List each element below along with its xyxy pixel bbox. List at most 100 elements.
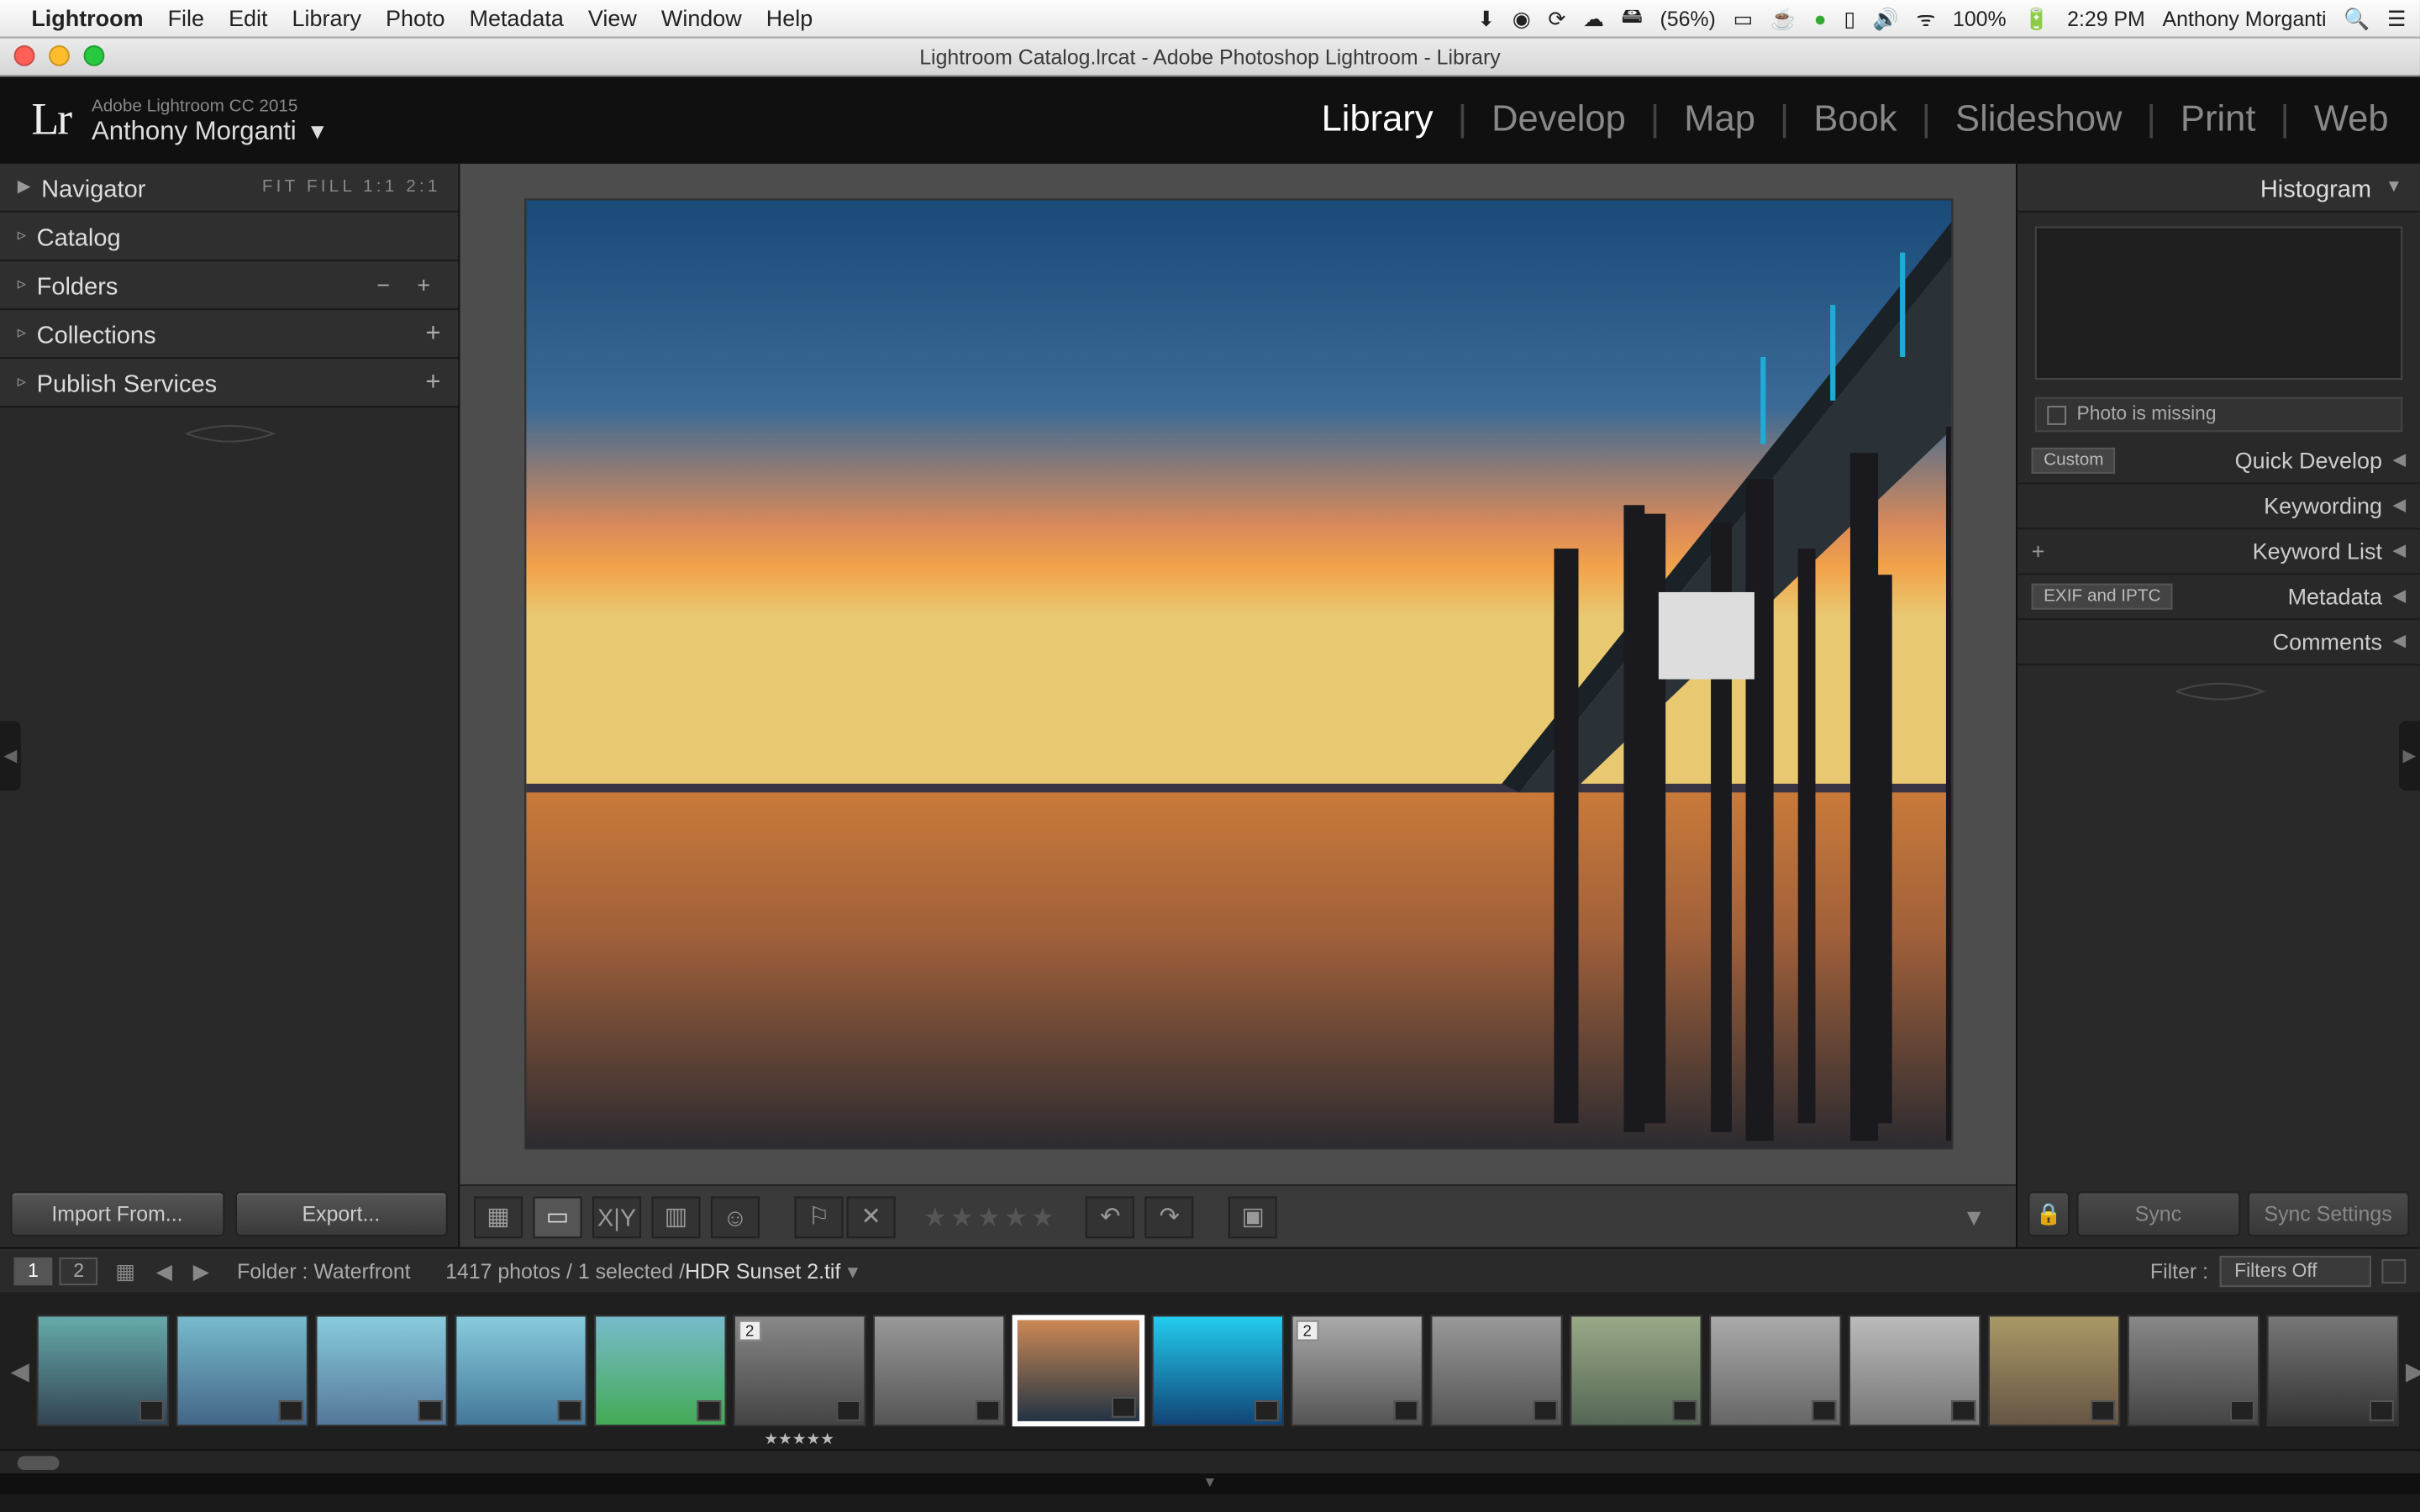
module-map[interactable]: Map: [1684, 99, 1755, 141]
second-window-2-button[interactable]: 2: [60, 1257, 98, 1284]
app-icon[interactable]: ☕: [1770, 6, 1797, 30]
right-panel-collapse-handle[interactable]: ▶: [2399, 721, 2420, 790]
filmstrip-thumbnail[interactable]: [1987, 1315, 2120, 1426]
disclosure-triangle-icon[interactable]: ◀: [2392, 587, 2406, 606]
disclosure-triangle-icon[interactable]: ◀: [2392, 633, 2406, 652]
menu-help[interactable]: Help: [766, 5, 813, 31]
module-book[interactable]: Book: [1813, 99, 1897, 141]
filmstrip-thumbnail[interactable]: 2: [1291, 1315, 1423, 1426]
sync-icon[interactable]: ⟳: [1548, 6, 1565, 30]
filmstrip-thumbnail[interactable]: [872, 1315, 1005, 1426]
toolbar-options-dropdown[interactable]: ▾: [1967, 1200, 2002, 1234]
filmstrip-thumbnail[interactable]: [2266, 1315, 2399, 1426]
histogram-panel-header[interactable]: Histogram ▼: [2018, 164, 2420, 213]
keyword-add-button[interactable]: +: [2032, 538, 2045, 564]
keyword-list-panel-header[interactable]: + Keyword List ◀: [2018, 529, 2420, 575]
navigator-zoom-options[interactable]: FIT FILL 1:1 2:1: [262, 177, 441, 197]
app-menu[interactable]: Lightroom: [31, 5, 143, 31]
disclosure-triangle-icon[interactable]: ▼: [2386, 177, 2403, 197]
cloud-icon[interactable]: ☁: [1583, 6, 1604, 30]
module-develop[interactable]: Develop: [1491, 99, 1626, 141]
collections-panel-header[interactable]: ▹ Collections +: [0, 310, 458, 359]
status-dot-icon[interactable]: ●: [1814, 6, 1827, 30]
disclosure-triangle-icon[interactable]: ◀: [2392, 496, 2406, 516]
disclosure-triangle-icon[interactable]: ▹: [18, 373, 26, 392]
menu-edit[interactable]: Edit: [229, 5, 267, 31]
menu-file[interactable]: File: [168, 5, 204, 31]
sync-settings-button[interactable]: Sync Settings: [2247, 1191, 2410, 1236]
loupe-image[interactable]: [523, 198, 1952, 1149]
photo-missing-warning[interactable]: Photo is missing: [2035, 397, 2402, 432]
wifi-icon[interactable]: ᯤ: [1917, 3, 1936, 33]
folders-panel-header[interactable]: ▹ Folders − +: [0, 261, 458, 310]
filmstrip-thumbnail[interactable]: 2★★★★★: [733, 1315, 865, 1426]
survey-view-button[interactable]: ▥: [651, 1195, 700, 1237]
collections-add[interactable]: +: [425, 318, 440, 348]
identity-user[interactable]: Anthony Morganti ▾: [92, 120, 324, 144]
flag-pick-button[interactable]: ⚐: [794, 1195, 843, 1237]
quick-develop-panel-header[interactable]: Custom Quick Develop ◀: [2018, 438, 2420, 484]
filmstrip-thumbnail[interactable]: [2127, 1315, 2260, 1426]
filter-toggle-switch[interactable]: [2381, 1258, 2406, 1283]
close-window-button[interactable]: [14, 45, 35, 66]
metadata-preset-select[interactable]: EXIF and IPTC: [2032, 584, 2173, 610]
filmstrip-thumbnail[interactable]: [1570, 1315, 1702, 1426]
disclosure-triangle-icon[interactable]: ▹: [18, 276, 26, 295]
publish-panel-header[interactable]: ▹ Publish Services +: [0, 359, 458, 407]
disk-icon[interactable]: 🖴: [1622, 0, 1643, 37]
folders-add-remove[interactable]: − +: [376, 271, 440, 297]
filmstrip-collapse-handle[interactable]: ▾: [0, 1473, 2420, 1494]
disclosure-triangle-icon[interactable]: ▹: [18, 324, 26, 344]
menu-metadata[interactable]: Metadata: [469, 5, 563, 31]
rating-stars[interactable]: ★★★★★: [923, 1201, 1058, 1232]
menubar-clock[interactable]: 2:29 PM: [2067, 6, 2145, 30]
menubar-user[interactable]: Anthony Morganti: [2163, 6, 2327, 30]
loupe-view-button[interactable]: ▭: [533, 1195, 581, 1237]
nav-back-icon[interactable]: ◀: [156, 1258, 172, 1283]
filmstrip-thumbnail[interactable]: [1012, 1315, 1144, 1426]
filter-preset-select[interactable]: Filters Off: [2219, 1255, 2371, 1286]
flag-reject-button[interactable]: ✕: [847, 1195, 896, 1237]
quickdev-preset-select[interactable]: Custom: [2032, 448, 2116, 474]
filename-dropdown-icon[interactable]: ▾: [848, 1258, 859, 1283]
menu-photo[interactable]: Photo: [386, 5, 445, 31]
impromptu-slideshow-button[interactable]: ▣: [1228, 1195, 1277, 1237]
grid-icon[interactable]: ▦: [115, 1258, 135, 1283]
module-web[interactable]: Web: [2314, 99, 2389, 141]
module-print[interactable]: Print: [2181, 99, 2256, 141]
publish-add[interactable]: +: [425, 367, 440, 396]
keywording-panel-header[interactable]: Keywording ◀: [2018, 484, 2420, 529]
menu-view[interactable]: View: [588, 5, 637, 31]
menu-library[interactable]: Library: [292, 5, 361, 31]
zoom-window-button[interactable]: [84, 45, 105, 66]
volume-icon[interactable]: 🔊: [1873, 6, 1899, 30]
minimize-window-button[interactable]: [49, 45, 70, 66]
filmstrip-scroll-right[interactable]: ▶: [2406, 1356, 2420, 1385]
spotlight-icon[interactable]: 🔍: [2344, 6, 2370, 30]
filmstrip-thumbnail[interactable]: [36, 1315, 169, 1426]
filmstrip-thumbnail[interactable]: [1430, 1315, 1563, 1426]
display-icon[interactable]: ▭: [1733, 6, 1754, 30]
notification-center-icon[interactable]: ☰: [2387, 6, 2406, 30]
sync-button[interactable]: Sync: [2076, 1191, 2239, 1236]
disclosure-triangle-icon[interactable]: ◀: [2392, 451, 2406, 470]
filmstrip-thumbnail[interactable]: [1151, 1315, 1284, 1426]
dropbox-icon[interactable]: ⬇: [1477, 6, 1495, 30]
filmstrip-thumbnail[interactable]: [594, 1315, 727, 1426]
cc-icon[interactable]: ◉: [1512, 6, 1531, 30]
filmstrip-scroll-left[interactable]: ◀: [10, 1356, 29, 1385]
filmstrip-thumbnail[interactable]: [176, 1315, 308, 1426]
filmstrip-thumbnail[interactable]: [1709, 1315, 1842, 1426]
sync-lock-button[interactable]: 🔒: [2028, 1191, 2070, 1236]
module-slideshow[interactable]: Slideshow: [1955, 99, 2122, 141]
export-button[interactable]: Export...: [234, 1191, 448, 1236]
filmstrip-thumbnail[interactable]: [455, 1315, 587, 1426]
people-view-button[interactable]: ☺: [711, 1195, 760, 1237]
battery-icon[interactable]: 🔋: [2023, 6, 2049, 30]
navigator-panel-header[interactable]: ▶ Navigator FIT FILL 1:1 2:1: [0, 164, 458, 213]
battery-menu-pct[interactable]: (56%): [1660, 6, 1715, 30]
second-window-1-button[interactable]: 1: [14, 1257, 53, 1284]
disclosure-triangle-icon[interactable]: ▶: [18, 177, 31, 197]
filmstrip-scrollbar[interactable]: [0, 1449, 2420, 1473]
current-filename[interactable]: HDR Sunset 2.tif: [685, 1258, 840, 1283]
